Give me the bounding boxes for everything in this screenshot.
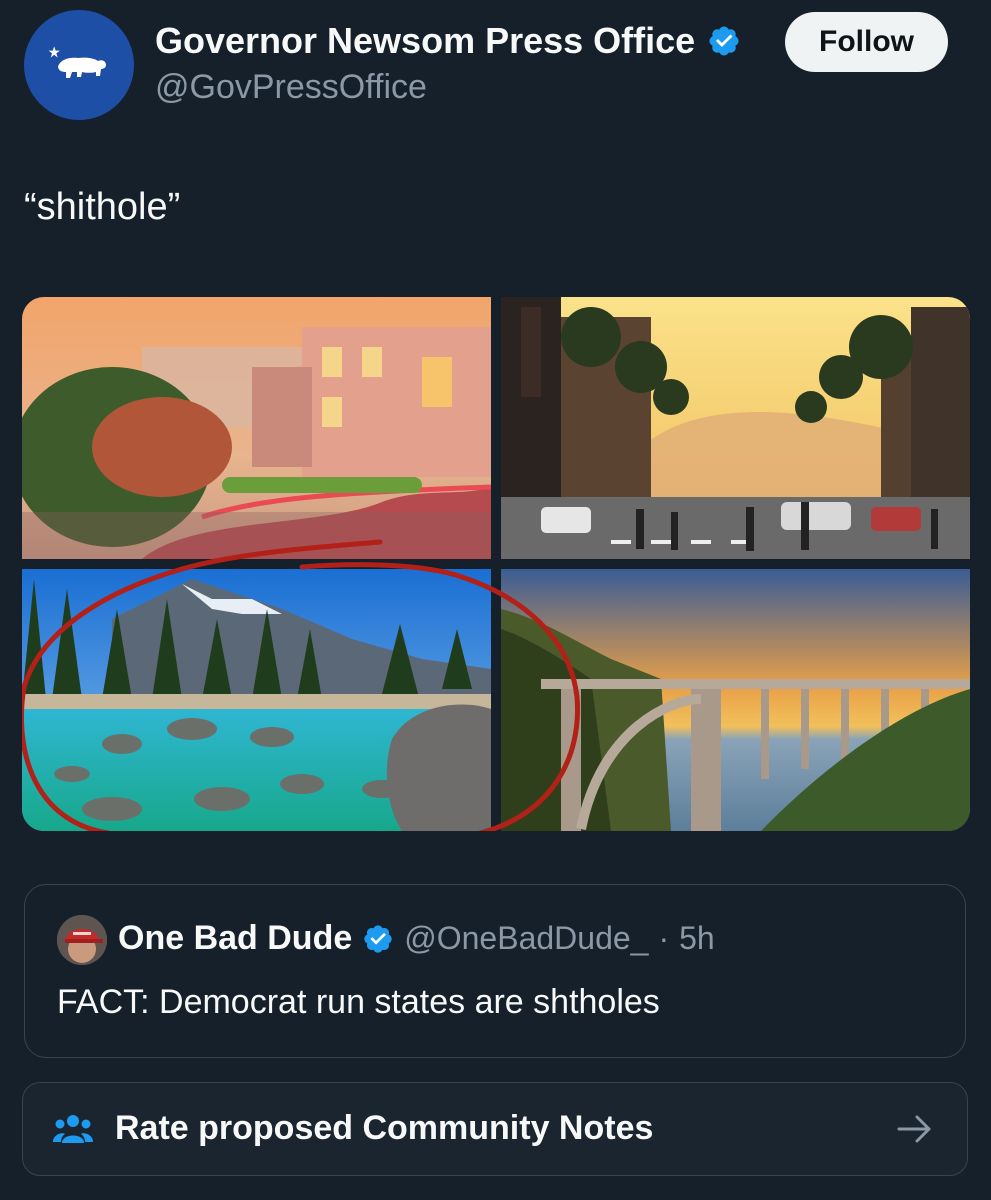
- quote-text: FACT: Democrat run states are shtholes: [57, 983, 660, 1021]
- community-notes-button[interactable]: Rate proposed Community Notes: [22, 1082, 968, 1176]
- tweet-media-grid[interactable]: [22, 297, 970, 831]
- quote-timestamp[interactable]: 5h: [679, 920, 715, 957]
- author-handle[interactable]: @GovPressOffice: [155, 68, 427, 107]
- photo-bixby-bridge[interactable]: [501, 569, 970, 831]
- photo-hollywood-boulevard[interactable]: [501, 297, 970, 559]
- red-cap-avatar-icon: [57, 915, 107, 965]
- tweet-text: “shithole”: [24, 186, 181, 228]
- quote-author-avatar[interactable]: [57, 915, 107, 965]
- follow-button[interactable]: Follow: [785, 12, 948, 72]
- photo-lombard-street[interactable]: [22, 297, 492, 559]
- verified-badge-icon: [709, 26, 739, 56]
- california-bear-flag-icon: [48, 46, 106, 78]
- people-icon: [53, 1115, 93, 1143]
- quote-separator: ·: [658, 920, 670, 956]
- quote-header: One Bad Dude @OneBadDude_ · 5h: [118, 919, 715, 958]
- quoted-tweet-card[interactable]: One Bad Dude @OneBadDude_ · 5h FACT: Dem…: [24, 884, 966, 1058]
- quote-author-name[interactable]: One Bad Dude: [118, 919, 352, 958]
- verified-badge-icon: [364, 924, 392, 953]
- author-avatar[interactable]: [24, 10, 134, 120]
- author-name-text: Governor Newsom Press Office: [155, 20, 696, 61]
- arrow-right-icon: [897, 1115, 931, 1143]
- community-notes-label: Rate proposed Community Notes: [115, 1109, 654, 1147]
- author-display-name[interactable]: Governor Newsom Press Office: [155, 20, 741, 62]
- quote-author-handle[interactable]: @OneBadDude_: [404, 920, 648, 957]
